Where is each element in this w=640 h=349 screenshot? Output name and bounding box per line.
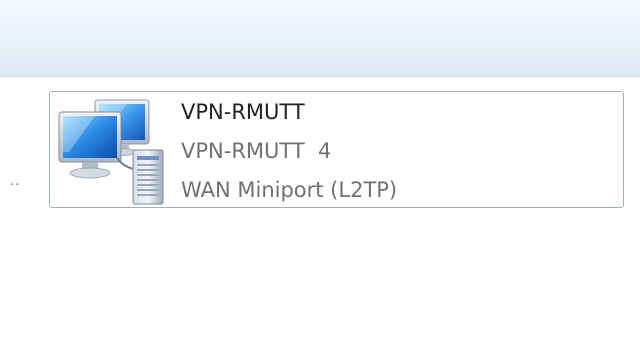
command-bar	[0, 0, 640, 77]
network-connections-window: .. VPN-RMUTT VPN-RMUTT 4 WAN Miniport (L…	[0, 0, 640, 349]
connection-device: WAN Miniport (L2TP)	[181, 178, 398, 202]
connection-name: VPN-RMUTT	[181, 100, 305, 124]
network-connection-icon	[57, 94, 169, 206]
connection-status: VPN-RMUTT 4	[181, 139, 332, 163]
connection-tile[interactable]: VPN-RMUTT VPN-RMUTT 4 WAN Miniport (L2TP…	[49, 91, 624, 208]
breadcrumb-overflow[interactable]: ..	[10, 175, 20, 188]
